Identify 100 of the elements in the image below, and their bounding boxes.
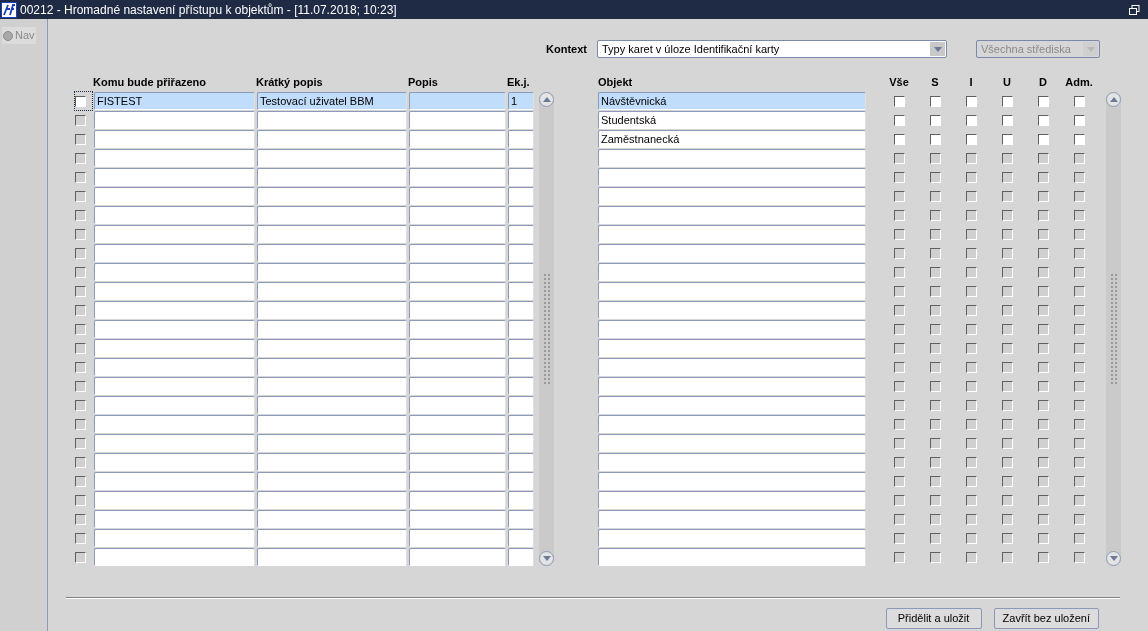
description-field[interactable] [409,491,506,509]
short-description-field[interactable] [257,187,407,205]
short-description-field[interactable] [257,491,407,509]
scrollbar[interactable] [539,92,554,566]
unit-field[interactable] [508,434,534,452]
description-field[interactable] [409,415,506,433]
unit-field[interactable] [508,548,534,566]
permission-checkbox[interactable] [1037,114,1049,126]
short-description-field[interactable] [257,149,407,167]
description-field[interactable] [409,225,506,243]
description-field[interactable] [409,301,506,319]
description-field[interactable] [409,130,506,148]
unit-field[interactable] [508,472,534,490]
unit-field[interactable] [508,301,534,319]
short-description-field[interactable] [257,472,407,490]
permission-checkbox[interactable] [1073,114,1085,126]
short-description-field[interactable] [257,434,407,452]
short-description-field[interactable] [257,263,407,281]
short-description-field[interactable] [257,358,407,376]
short-description-field[interactable] [257,529,407,547]
assignee-field[interactable]: FISTEST [94,92,255,110]
short-description-field[interactable] [257,320,407,338]
description-field[interactable] [409,472,506,490]
description-field[interactable] [409,529,506,547]
permission-checkbox[interactable] [1073,95,1085,107]
object-field[interactable]: Studentská [598,111,866,129]
scrollbar[interactable] [1106,92,1121,566]
permission-checkbox[interactable] [1037,133,1049,145]
description-field[interactable] [409,377,506,395]
description-field[interactable] [409,187,506,205]
unit-field[interactable] [508,396,534,414]
description-field[interactable] [409,358,506,376]
unit-field[interactable] [508,491,534,509]
description-field[interactable] [409,396,506,414]
unit-field[interactable] [508,282,534,300]
scroll-down-icon[interactable] [1106,551,1121,566]
unit-field[interactable] [508,529,534,547]
permission-checkbox[interactable] [929,133,941,145]
permission-checkbox[interactable] [929,95,941,107]
permission-checkbox[interactable] [1001,95,1013,107]
unit-field[interactable] [508,244,534,262]
short-description-field[interactable] [257,548,407,566]
description-field[interactable] [409,510,506,528]
short-description-field[interactable] [257,282,407,300]
short-description-field[interactable] [257,377,407,395]
short-description-field[interactable] [257,111,407,129]
description-field[interactable] [409,282,506,300]
short-description-field[interactable] [257,244,407,262]
description-field[interactable] [409,149,506,167]
short-description-field[interactable] [257,301,407,319]
description-field[interactable] [409,453,506,471]
permission-checkbox[interactable] [893,95,905,107]
unit-field[interactable] [508,225,534,243]
description-field[interactable] [409,111,506,129]
unit-field[interactable] [508,453,534,471]
short-description-field[interactable]: Testovací uživatel BBM [257,92,407,110]
short-description-field[interactable] [257,130,407,148]
unit-field[interactable] [508,358,534,376]
short-description-field[interactable] [257,168,407,186]
assign-and-save-button[interactable]: Přidělit a uložit [885,608,982,629]
short-description-field[interactable] [257,415,407,433]
description-field[interactable] [409,92,506,110]
description-field[interactable] [409,263,506,281]
restore-icon[interactable] [1129,4,1140,15]
short-description-field[interactable] [257,510,407,528]
permission-checkbox[interactable] [1073,133,1085,145]
permission-checkbox[interactable] [1001,114,1013,126]
description-field[interactable] [409,168,506,186]
short-description-field[interactable] [257,396,407,414]
unit-field[interactable] [508,130,534,148]
unit-field[interactable] [508,149,534,167]
short-description-field[interactable] [257,206,407,224]
description-field[interactable] [409,206,506,224]
permission-checkbox[interactable] [893,114,905,126]
permission-checkbox[interactable] [965,114,977,126]
unit-field[interactable] [508,510,534,528]
unit-field[interactable] [508,377,534,395]
unit-field[interactable] [508,263,534,281]
description-field[interactable] [409,339,506,357]
unit-field[interactable] [508,415,534,433]
permission-checkbox[interactable] [1037,95,1049,107]
description-field[interactable] [409,244,506,262]
scroll-up-icon[interactable] [1106,92,1121,107]
short-description-field[interactable] [257,453,407,471]
unit-field[interactable] [508,187,534,205]
unit-field[interactable] [508,339,534,357]
description-field[interactable] [409,434,506,452]
short-description-field[interactable] [257,339,407,357]
permission-checkbox[interactable] [965,95,977,107]
scroll-grip-icon[interactable] [1110,273,1117,385]
permission-checkbox[interactable] [893,133,905,145]
unit-field[interactable]: 1 [508,92,534,110]
kontext-dropdown[interactable]: Typy karet v úloze Identifikační karty [597,40,947,58]
permission-checkbox[interactable] [1001,133,1013,145]
unit-field[interactable] [508,206,534,224]
unit-field[interactable] [508,320,534,338]
scroll-down-icon[interactable] [539,551,554,566]
unit-field[interactable] [508,111,534,129]
object-field[interactable]: Zaměstnanecká [598,130,866,148]
row-checkbox[interactable] [75,95,86,107]
